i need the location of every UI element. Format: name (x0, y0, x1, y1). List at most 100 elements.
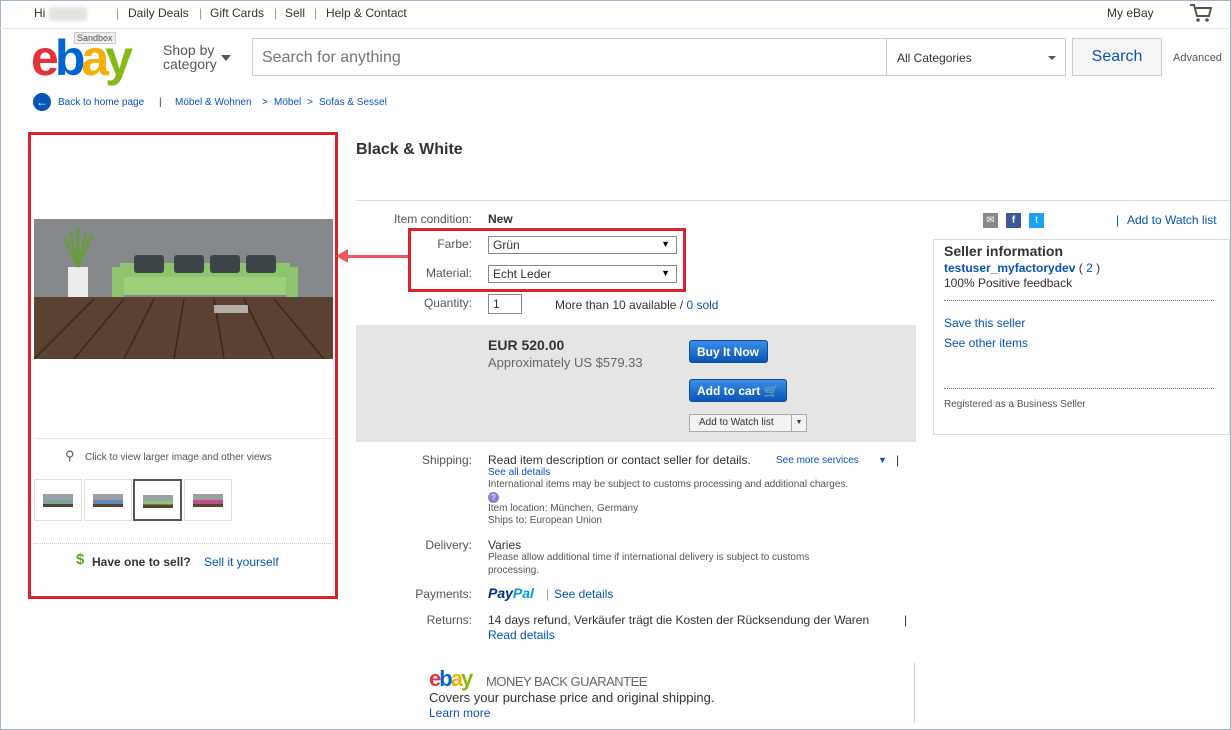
sell-it-yourself-link[interactable]: Sell it yourself (204, 555, 279, 569)
thumbnail-selected[interactable] (133, 479, 182, 521)
see-all-details-link[interactable]: See all details (488, 467, 550, 478)
divider: | (314, 6, 318, 20)
payment-see-details-link[interactable]: See details (554, 587, 613, 601)
price: EUR 520.00 (488, 337, 565, 353)
breadcrumb-item[interactable]: Möbel & Wohnen (175, 97, 252, 108)
search-input[interactable] (253, 39, 896, 77)
material-select[interactable]: Echt Leder ▼ (488, 265, 677, 283)
divider (356, 200, 1230, 201)
ebay-logo-small: ebay (429, 666, 473, 691)
breadcrumb-item[interactable]: Möbel (274, 97, 301, 108)
dropdown-arrow-icon: ▼ (661, 239, 670, 249)
buy-it-now-button[interactable]: Buy It Now (689, 340, 768, 363)
see-more-services-link[interactable]: See more services (776, 455, 859, 466)
delivery-note: Please allow additional time if internat… (488, 552, 810, 563)
right-add-to-watch-link[interactable]: Add to Watch list (1127, 213, 1217, 227)
greeting: Hi (34, 6, 88, 21)
breadcrumb-separator: > (307, 97, 313, 108)
breadcrumb-divider: | (159, 97, 162, 108)
category-select[interactable]: All Categories (886, 39, 1066, 75)
blurred-username (49, 6, 88, 21)
feedback-count-link[interactable]: 2 (1086, 261, 1093, 275)
returns-label: Returns: (426, 613, 472, 627)
item-location: Item location: München, Germany (488, 503, 639, 514)
advanced-search-link[interactable]: Advanced (1173, 52, 1222, 64)
email-icon[interactable]: ✉ (983, 213, 998, 228)
save-seller-link[interactable]: Save this seller (944, 316, 1025, 330)
divider: | (274, 6, 278, 20)
thumbnail[interactable] (184, 479, 232, 521)
sell-prompt: Have one to sell? (92, 555, 191, 569)
thumbnail[interactable] (84, 479, 132, 521)
seller-name-line: testuser_myfactorydev ( 2 ) (944, 261, 1101, 275)
condition-value: New (488, 212, 513, 226)
divider (944, 388, 1214, 389)
daily-deals-link[interactable]: Daily Deals (128, 6, 189, 20)
payments-label: Payments: (415, 587, 472, 601)
help-icon[interactable]: ? (488, 492, 499, 503)
registered-seller: Registered as a Business Seller (944, 399, 1086, 410)
sold-link[interactable]: 0 sold (686, 298, 718, 312)
delivery-value: Varies (488, 538, 522, 552)
help-contact-link[interactable]: Help & Contact (326, 6, 407, 20)
delivery-label: Delivery: (425, 538, 472, 552)
thumbnail[interactable] (34, 479, 82, 521)
seller-name-link[interactable]: testuser_myfactorydev (944, 261, 1075, 275)
chevron-down-icon[interactable]: ▼ (791, 415, 806, 431)
divider (914, 663, 915, 723)
learn-more-link[interactable]: Learn more (429, 706, 490, 720)
cart-icon[interactable] (1189, 3, 1213, 26)
zoom-hint[interactable]: Click to view larger image and other vie… (85, 452, 272, 463)
shipping-label: Shipping: (421, 453, 472, 467)
quantity-input[interactable]: 1 (488, 294, 522, 314)
main-product-image[interactable] (33, 219, 333, 360)
price-box (356, 325, 916, 442)
annotation-arrowhead (336, 249, 348, 263)
divider (34, 438, 333, 439)
twitter-icon[interactable]: t (1029, 213, 1044, 228)
add-to-cart-button[interactable]: Add to cart 🛒 (689, 379, 787, 402)
shipping-text: Read item description or contact seller … (488, 453, 751, 467)
delivery-note: processing. (488, 565, 540, 576)
shop-by-category-button[interactable]: Shop by category (163, 43, 217, 71)
material-label: Material: (425, 266, 472, 280)
condition-label: Item condition: (393, 212, 472, 226)
divider: | (896, 453, 900, 467)
farbe-select[interactable]: Grün ▼ (488, 236, 677, 254)
cart-icon: 🛒 (763, 384, 779, 398)
approx-price: Approximately US $579.33 (488, 355, 643, 370)
seller-heading: Seller information (944, 243, 1064, 259)
add-to-watch-list-button[interactable]: Add to Watch list ▼ (689, 414, 807, 432)
positive-feedback: 100% Positive feedback (944, 276, 1073, 290)
quantity-label: Quantity: (423, 296, 472, 310)
divider: | (199, 6, 203, 20)
guarantee-title: MONEY BACK GUARANTEE (486, 674, 647, 689)
sandbox-badge: Sandbox (74, 32, 116, 44)
chevron-down-icon[interactable]: ▼ (878, 455, 887, 465)
paypal-logo: PayPal (488, 585, 534, 601)
divider: | (904, 613, 908, 627)
back-arrow-icon[interactable]: ← (33, 93, 51, 111)
sell-link[interactable]: Sell (285, 6, 305, 20)
divider: | (546, 587, 550, 601)
magnifier-icon[interactable]: ⚲ (65, 448, 75, 464)
international-note: International items may be subject to cu… (488, 479, 849, 490)
facebook-icon[interactable]: f (1006, 213, 1021, 228)
guarantee-text: Covers your purchase price and original … (429, 690, 715, 705)
dollar-icon: $ (76, 551, 85, 568)
search-button[interactable]: Search (1072, 38, 1162, 76)
divider (34, 543, 333, 545)
returns-text: 14 days refund, Verkäufer trägt die Kost… (488, 613, 870, 627)
annotation-arrow (346, 255, 408, 258)
divider: | (1116, 213, 1120, 227)
chevron-down-icon[interactable] (221, 55, 231, 61)
my-ebay-link[interactable]: My eBay (1107, 6, 1154, 20)
gift-cards-link[interactable]: Gift Cards (210, 6, 264, 20)
returns-read-details-link[interactable]: Read details (488, 628, 555, 642)
see-other-items-link[interactable]: See other items (944, 336, 1028, 350)
back-to-home-link[interactable]: Back to home page (58, 97, 144, 108)
breadcrumb-item[interactable]: Sofas & Sessel (319, 97, 387, 108)
farbe-label: Farbe: (437, 237, 472, 251)
divider: | (116, 6, 120, 20)
item-title: Black & White (356, 141, 463, 158)
